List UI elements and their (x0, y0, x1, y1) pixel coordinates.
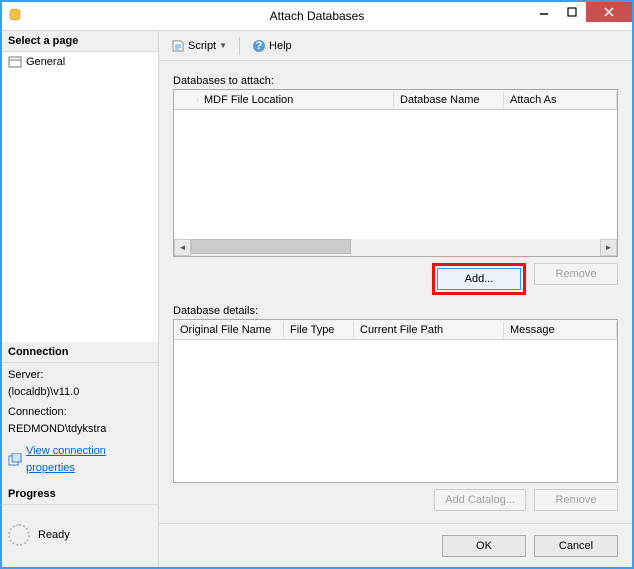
server-value: (localdb)\v11.0 (8, 384, 152, 401)
databases-to-attach-grid[interactable]: MDF File Location Database Name Attach A… (173, 89, 618, 257)
connection-header: Connection (2, 342, 158, 363)
details-buttons-row: Add Catalog... Remove (173, 489, 618, 511)
scroll-left-icon[interactable]: ◄ (174, 239, 191, 256)
attach-databases-dialog: Attach Databases Select a page General C… (0, 0, 634, 569)
properties-icon (8, 453, 22, 467)
page-item-label: General (26, 56, 65, 68)
ok-button[interactable]: OK (442, 535, 526, 557)
scroll-thumb[interactable] (191, 239, 351, 254)
attach-grid-header: MDF File Location Database Name Attach A… (174, 90, 617, 110)
script-icon (171, 39, 185, 53)
page-icon (8, 55, 22, 69)
col-database-name[interactable]: Database Name (394, 92, 504, 108)
database-details-label: Database details: (173, 305, 618, 317)
remove-button: Remove (534, 263, 618, 285)
add-catalog-button: Add Catalog... (434, 489, 526, 511)
svg-text:?: ? (256, 40, 263, 52)
col-attach-as[interactable]: Attach As (504, 92, 617, 108)
help-icon: ? (252, 39, 266, 53)
spinner-icon (8, 524, 30, 546)
attach-grid-hscroll[interactable]: ◄ ► (174, 239, 617, 256)
attach-grid-body[interactable] (174, 110, 617, 239)
connection-value: REDMOND\tdykstra (8, 421, 152, 438)
database-icon (8, 8, 22, 22)
details-grid-header: Original File Name File Type Current Fil… (174, 320, 617, 340)
progress-header: Progress (2, 484, 158, 505)
select-page-header: Select a page (2, 31, 158, 52)
col-current-file-path[interactable]: Current File Path (354, 322, 504, 338)
attach-buttons-row: Add... Remove (173, 263, 618, 295)
connection-label: Connection: (8, 404, 152, 421)
col-message[interactable]: Message (504, 322, 617, 338)
progress-status: Ready (38, 529, 70, 541)
connection-info: Server: (localdb)\v11.0 Connection: REDM… (2, 363, 158, 484)
add-button-highlight: Add... (432, 263, 526, 295)
left-pane: Select a page General Connection Server:… (2, 31, 159, 567)
window-controls (530, 2, 632, 22)
progress-section: Ready (2, 505, 158, 565)
close-button[interactable] (586, 2, 632, 22)
minimize-button[interactable] (530, 2, 558, 22)
chevron-down-icon: ▼ (219, 41, 227, 50)
details-grid-body[interactable] (174, 340, 617, 482)
dialog-body: Select a page General Connection Server:… (2, 30, 632, 567)
server-label: Server: (8, 367, 152, 384)
script-label: Script (188, 40, 216, 52)
titlebar[interactable]: Attach Databases (2, 2, 632, 30)
toolbar-separator (239, 37, 240, 55)
window-title: Attach Databases (270, 9, 365, 23)
main-content: Databases to attach: MDF File Location D… (159, 61, 632, 523)
col-rowheader[interactable] (174, 98, 198, 102)
col-mdf-location[interactable]: MDF File Location (198, 92, 394, 108)
col-file-type[interactable]: File Type (284, 322, 354, 338)
toolbar: Script ▼ ? Help (159, 31, 632, 61)
scroll-track[interactable] (191, 239, 600, 256)
help-button[interactable]: ? Help (248, 37, 296, 55)
col-original-file-name[interactable]: Original File Name (174, 322, 284, 338)
dialog-footer: OK Cancel (159, 523, 632, 567)
right-pane: Script ▼ ? Help Databases to attach: MDF… (159, 31, 632, 567)
database-details-grid[interactable]: Original File Name File Type Current Fil… (173, 319, 618, 483)
databases-to-attach-label: Databases to attach: (173, 75, 618, 87)
help-label: Help (269, 40, 292, 52)
page-list: General (2, 52, 158, 342)
add-button[interactable]: Add... (437, 268, 521, 290)
scroll-right-icon[interactable]: ► (600, 239, 617, 256)
view-connection-properties-link[interactable]: View connection properties (8, 443, 152, 476)
script-button[interactable]: Script ▼ (167, 37, 231, 55)
remove-detail-button: Remove (534, 489, 618, 511)
page-item-general[interactable]: General (6, 54, 154, 70)
view-connection-properties-label: View connection properties (26, 443, 152, 476)
maximize-button[interactable] (558, 2, 586, 22)
cancel-button[interactable]: Cancel (534, 535, 618, 557)
